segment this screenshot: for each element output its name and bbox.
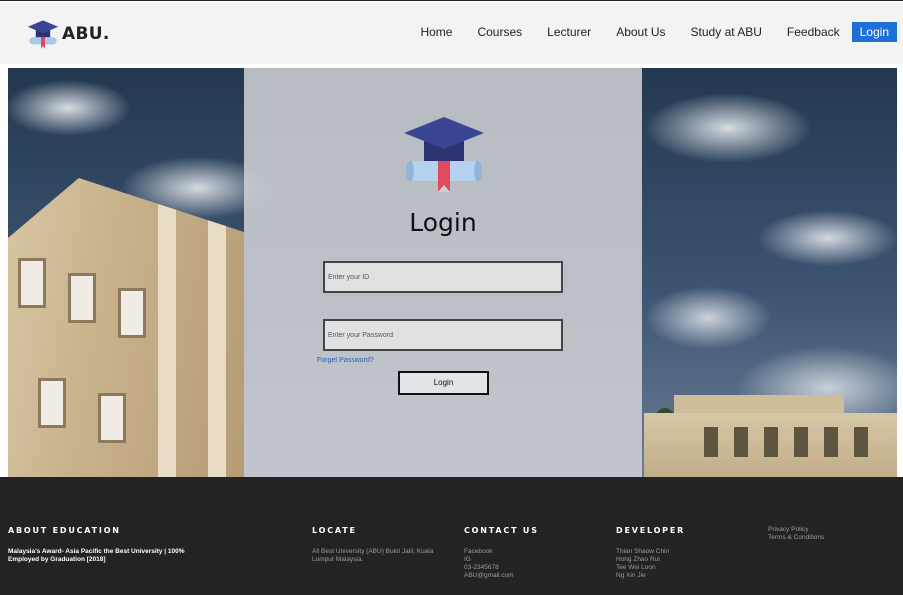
nav-lecturer[interactable]: Lecturer [547,25,591,39]
building-right-image [644,395,897,477]
password-input[interactable] [323,319,563,351]
nav-courses[interactable]: Courses [477,25,522,39]
login-title: Login [409,208,477,237]
footer-facebook-link[interactable]: Facebook [464,548,539,556]
footer-locate-heading: LOCATE [312,526,357,535]
footer-ig-link[interactable]: IG [464,556,539,564]
building-left-image [8,178,244,477]
footer-about-heading: ABOUT EDUCATION [8,526,121,535]
terms-conditions-link[interactable]: Terms & Conditions [768,534,824,542]
footer-about: ABOUT EDUCATION Malaysia's Award- Asia P… [8,526,198,564]
graduation-cap-icon [27,20,59,49]
page: ABU. Home Courses Lecturer About Us Stud… [0,0,903,595]
graduation-cap-diploma-icon [404,117,484,192]
logo-text: ABU. [62,24,110,44]
footer-contact: CONTACT US Facebook IG 03-2345678 ABU@gm… [464,526,539,580]
footer-contact-heading: CONTACT US [464,526,539,535]
developer-name: Ng Xin Jie [616,572,646,579]
login-submit-button[interactable]: Login [398,371,489,395]
footer-phone: 03-2345678 [464,564,499,571]
privacy-policy-link[interactable]: Privacy Policy [768,526,824,534]
site-header: ABU. Home Courses Lecturer About Us Stud… [0,2,903,64]
id-input[interactable] [323,261,563,293]
login-panel: Login Forget Password? Login [244,68,642,477]
site-footer: ABOUT EDUCATION Malaysia's Award- Asia P… [0,477,903,595]
footer-about-text: Malaysia's Award- Asia Pacific the Best … [8,548,185,563]
hero-background: Login Forget Password? Login [8,68,897,477]
footer-locate: LOCATE All Best University (ABU) Bukit J… [312,526,437,564]
footer-email[interactable]: ABU@gmail.com [464,572,539,580]
forget-password-link[interactable]: Forget Password? [317,357,374,364]
nav-feedback[interactable]: Feedback [787,25,840,39]
footer-developer-heading: DEVELOPER [616,526,686,535]
nav-login-button[interactable]: Login [851,22,897,42]
nav-home[interactable]: Home [420,25,452,39]
developer-name: Thian Shaow Chin [616,548,670,555]
footer-locate-text: All Best University (ABU) Bukit Jalil, K… [312,548,434,563]
nav-about-us[interactable]: About Us [616,25,665,39]
nav-study-at-abu[interactable]: Study at ABU [691,25,762,39]
developer-name: Hong Zhao Rui [616,556,660,563]
main-nav: Home Courses Lecturer About Us Study at … [395,22,897,42]
footer-legal: Privacy Policy Terms & Conditions [768,526,824,542]
footer-developer: DEVELOPER Thian Shaow Chin Hong Zhao Rui… [616,526,685,580]
developer-name: Tee Wei Loon [616,564,656,571]
logo[interactable]: ABU. [27,17,110,51]
